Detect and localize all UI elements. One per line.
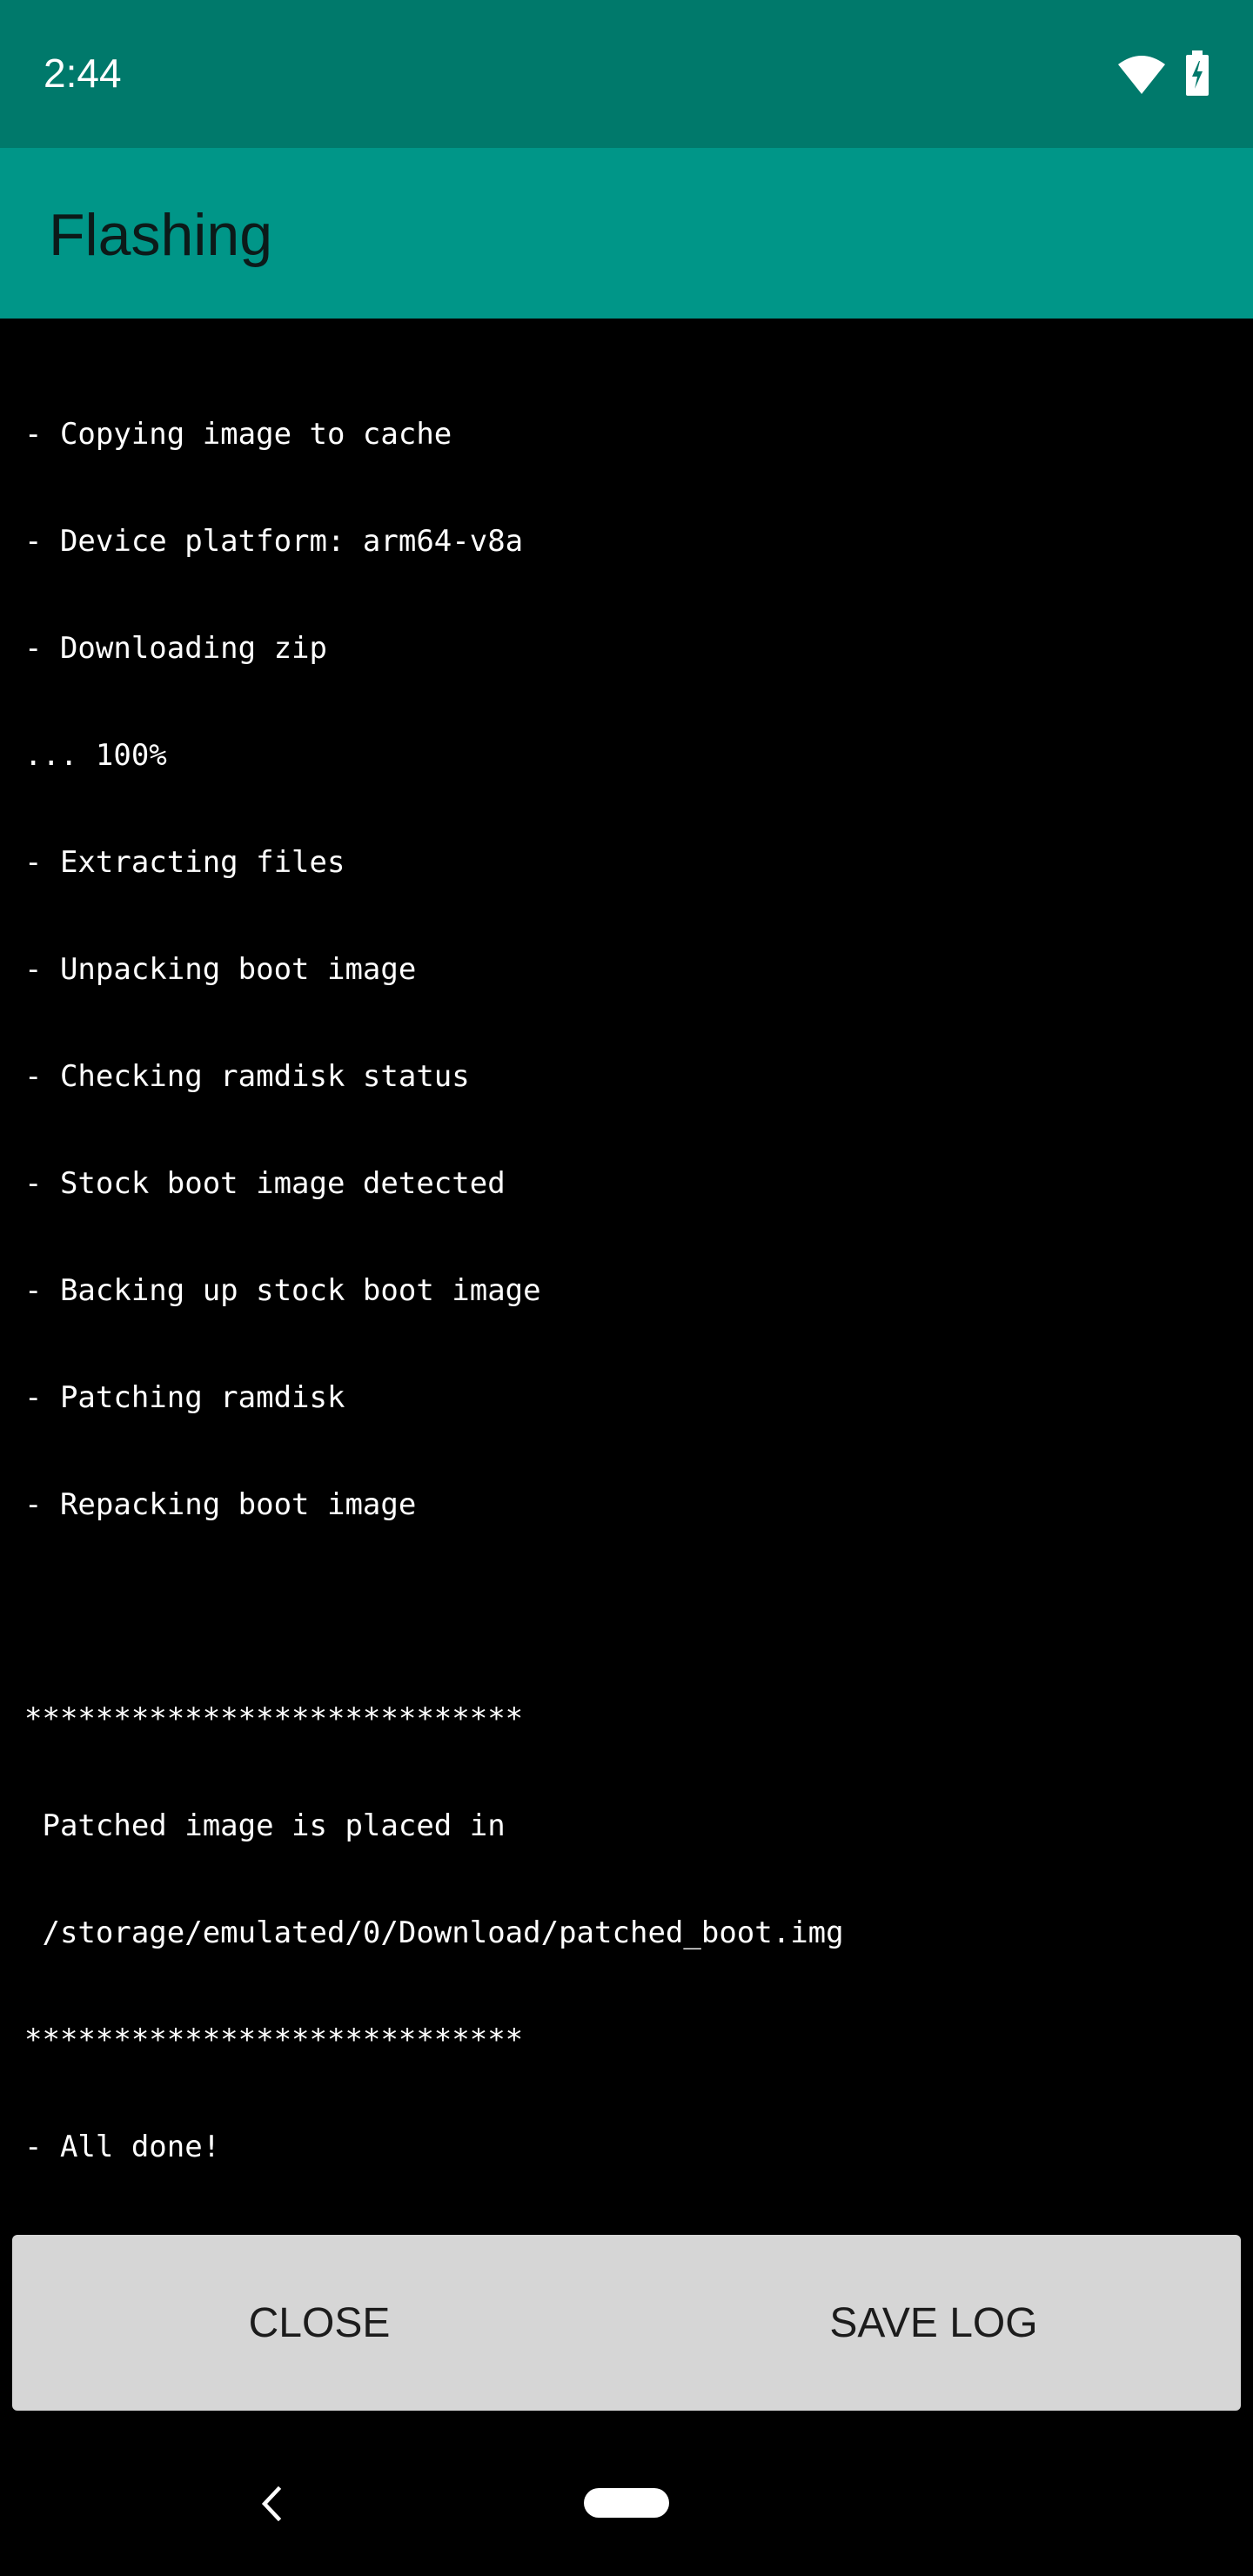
log-line: - Patching ramdisk bbox=[24, 1380, 345, 1415]
status-bar: 2:44 bbox=[0, 0, 1253, 148]
close-button[interactable]: CLOSE bbox=[12, 2235, 626, 2411]
wifi-icon bbox=[1118, 56, 1165, 94]
log-line: - Stock boot image detected bbox=[24, 1166, 506, 1201]
log-line: ... 100% bbox=[24, 738, 167, 773]
log-line: - Checking ramdisk status bbox=[24, 1059, 470, 1094]
log-line: - Copying image to cache bbox=[24, 417, 452, 452]
log-line: - Extracting files bbox=[24, 845, 345, 880]
log-separator: **************************** bbox=[24, 2023, 524, 2057]
back-icon[interactable] bbox=[258, 2486, 285, 2521]
page-title: Flashing bbox=[49, 202, 273, 268]
flash-log-console: - Copying image to cache - Device platfo… bbox=[24, 345, 1243, 2201]
log-line: - Backing up stock boot image bbox=[24, 1273, 541, 1308]
action-button-bar: CLOSE SAVE LOG bbox=[12, 2235, 1241, 2411]
home-button[interactable] bbox=[584, 2488, 669, 2518]
log-separator: **************************** bbox=[24, 1701, 524, 1736]
save-log-button[interactable]: SAVE LOG bbox=[626, 2235, 1241, 2411]
log-line: - All done! bbox=[24, 2130, 221, 2164]
log-line: - Repacking boot image bbox=[24, 1487, 417, 1522]
log-output-path: /storage/emulated/0/Download/patched_boo… bbox=[24, 1915, 844, 1950]
log-line: - Downloading zip bbox=[24, 631, 327, 666]
log-line: Patched image is placed in bbox=[24, 1808, 506, 1843]
status-time: 2:44 bbox=[44, 50, 122, 96]
log-line: - Unpacking boot image bbox=[24, 952, 417, 987]
log-line-blank bbox=[24, 1594, 1243, 1630]
battery-charging-icon bbox=[1186, 50, 1209, 96]
log-line: - Device platform: arm64-v8a bbox=[24, 524, 524, 559]
